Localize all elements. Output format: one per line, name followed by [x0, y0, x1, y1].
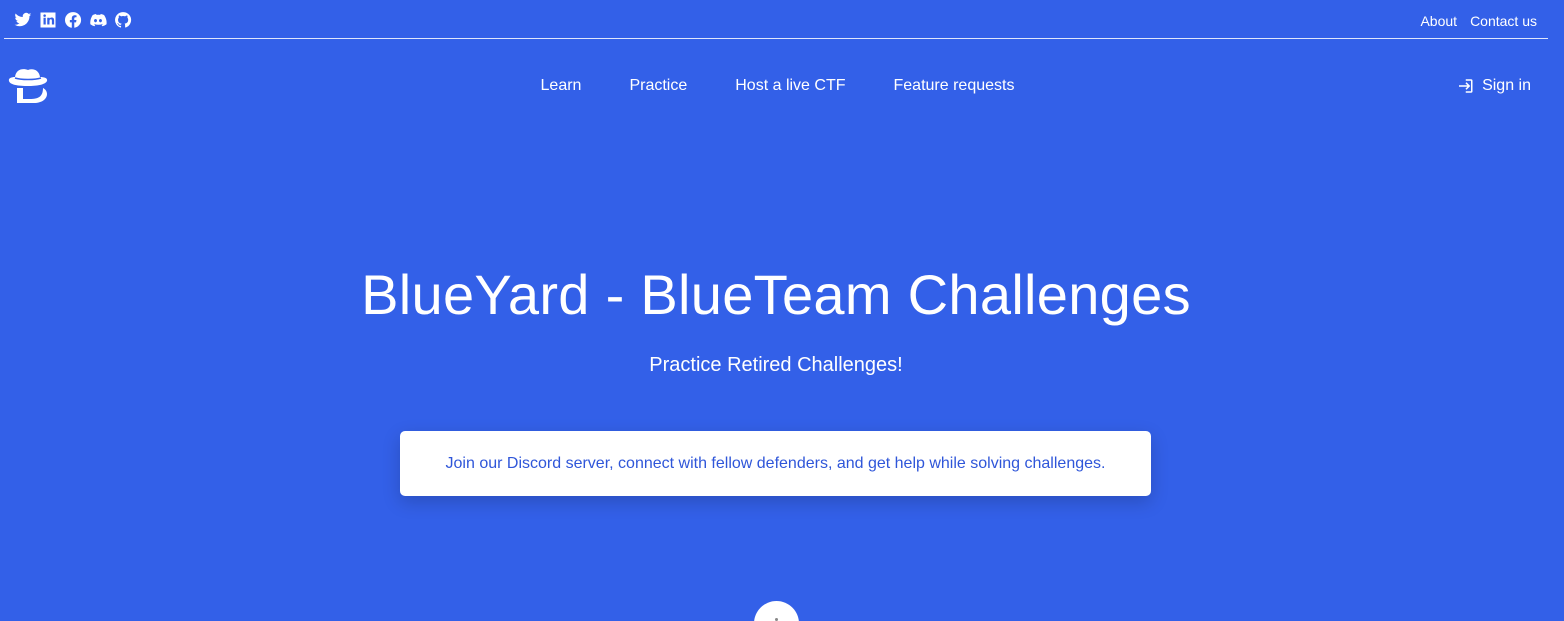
sign-in-label: Sign in	[1482, 77, 1531, 94]
nav-item-feature-requests[interactable]: Feature requests	[894, 77, 1015, 95]
hero-subtitle: Practice Retired Challenges!	[649, 354, 903, 376]
nav-item-host-live-ctf[interactable]: Host a live CTF	[735, 77, 845, 95]
discord-icon[interactable]	[89, 11, 107, 29]
main-nav: Learn Practice Host a live CTF Feature r…	[0, 77, 1564, 95]
nav-item-learn[interactable]: Learn	[541, 77, 582, 95]
discord-banner-text: Join our Discord server, connect with fe…	[445, 454, 1106, 472]
top-bar: About Contact us	[0, 0, 1564, 38]
scroll-down-button[interactable]	[754, 601, 799, 621]
sign-in-button[interactable]: Sign in	[1456, 77, 1531, 95]
about-link[interactable]: About	[1420, 13, 1457, 29]
hat-logo-icon[interactable]	[6, 64, 50, 108]
header-divider	[4, 38, 1548, 39]
twitter-icon[interactable]	[14, 11, 32, 29]
github-icon[interactable]	[114, 11, 132, 29]
facebook-icon[interactable]	[64, 11, 82, 29]
sign-in-icon	[1456, 77, 1474, 95]
top-links: About Contact us	[1420, 13, 1537, 29]
discord-banner[interactable]: Join our Discord server, connect with fe…	[400, 431, 1151, 496]
social-links	[14, 11, 132, 29]
contact-us-link[interactable]: Contact us	[1470, 13, 1537, 29]
linkedin-icon[interactable]	[39, 11, 57, 29]
nav-item-practice[interactable]: Practice	[629, 77, 687, 95]
hero-title: BlueYard - BlueTeam Challenges	[361, 263, 1191, 326]
